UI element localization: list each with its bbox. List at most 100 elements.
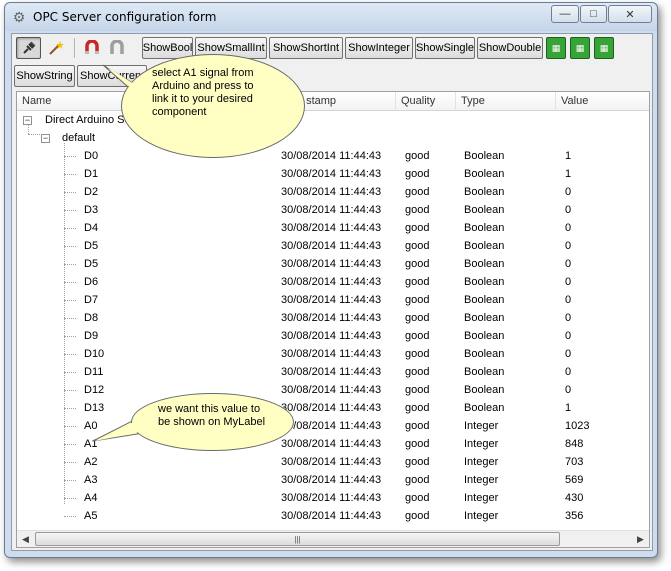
show-shortint-button[interactable]: ShowShortInt [269, 37, 343, 59]
item-value: 0 [565, 348, 572, 360]
item-timestamp: 30/08/2014 11:44:43 [281, 474, 382, 486]
item-type: Boolean [464, 294, 505, 306]
item-name: D2 [84, 186, 99, 198]
item-quality: good [405, 294, 430, 306]
item-type: Integer [464, 492, 499, 504]
title-bar[interactable]: ⚙ OPC Server configuration form — □ ✕ [5, 3, 657, 31]
show-single-button[interactable]: ShowSingle [415, 37, 475, 59]
item-timestamp: 30/08/2014 11:44:43 [281, 258, 382, 270]
gear-icon: ⚙ [12, 8, 26, 25]
item-type: Boolean [464, 384, 505, 396]
scroll-left-arrow[interactable]: ◀ [17, 531, 34, 547]
tree-connector [64, 336, 76, 337]
close-button[interactable]: ✕ [608, 5, 652, 23]
table-row[interactable]: D10 30/08/2014 11:44:43 good Boolean 0 [17, 345, 649, 363]
scrollbar-thumb[interactable]: ||| [35, 532, 560, 546]
opc-items-tree-grid[interactable]: Name Time stamp Quality Type Value − Dir… [16, 91, 650, 548]
table-row[interactable]: A1 30/08/2014 11:44:43 good Integer 848 [17, 435, 649, 453]
item-value: 703 [565, 456, 584, 468]
item-type: Integer [464, 510, 499, 522]
table-row[interactable]: D13 30/08/2014 11:44:43 good Boolean 1 [17, 399, 649, 417]
item-timestamp: 30/08/2014 11:44:43 [281, 312, 382, 324]
item-value: 0 [565, 366, 572, 378]
item-type: Boolean [464, 204, 505, 216]
tree-connector [64, 390, 76, 391]
table-row[interactable]: D2 30/08/2014 11:44:43 good Boolean 0 [17, 183, 649, 201]
callout-bottom-line: be shown on MyLabel [158, 416, 266, 428]
item-name: D6 [84, 276, 99, 288]
callout-select-a1: select A1 signal from Arduino and press … [121, 54, 305, 158]
item-name: A5 [84, 510, 98, 522]
show-string-button[interactable]: ShowString [14, 65, 75, 87]
tree-root-row[interactable]: Direct Arduino Server [17, 111, 649, 129]
table-row[interactable]: A4 30/08/2014 11:44:43 good Integer 430 [17, 489, 649, 507]
magnet-link-icon[interactable] [81, 37, 103, 59]
table-row[interactable]: D3 30/08/2014 11:44:43 good Boolean 0 [17, 201, 649, 219]
table-row[interactable]: D4 30/08/2014 11:44:43 good Boolean 0 [17, 219, 649, 237]
table-row[interactable]: D9 30/08/2014 11:44:43 good Boolean 0 [17, 327, 649, 345]
tree-connector [64, 228, 76, 229]
table-row[interactable]: D5 30/08/2014 11:44:43 good Boolean 0 [17, 237, 649, 255]
item-quality: good [405, 348, 430, 360]
table-row[interactable]: A3 30/08/2014 11:44:43 good Integer 569 [17, 471, 649, 489]
item-value: 356 [565, 510, 584, 522]
item-quality: good [405, 402, 430, 414]
table-row[interactable]: D6 30/08/2014 11:44:43 good Boolean 0 [17, 273, 649, 291]
table-row[interactable]: D12 30/08/2014 11:44:43 good Boolean 0 [17, 381, 649, 399]
magnet-unlink-icon[interactable] [106, 37, 128, 59]
table-row[interactable]: D0 30/08/2014 11:44:43 good Boolean 1 [17, 147, 649, 165]
table-row[interactable]: D5 30/08/2014 11:44:43 good Boolean 0 [17, 255, 649, 273]
item-value: 0 [565, 330, 572, 342]
show-double-button[interactable]: ShowDouble [477, 37, 543, 59]
item-name: D10 [84, 348, 105, 360]
tree-connector [64, 210, 76, 211]
table-row[interactable]: D1 30/08/2014 11:44:43 good Boolean 1 [17, 165, 649, 183]
column-header-value[interactable]: Value [556, 92, 649, 111]
item-quality: good [405, 240, 430, 252]
tree-connector [64, 156, 76, 157]
item-value: 0 [565, 186, 572, 198]
item-name: A0 [84, 420, 98, 432]
column-header-type[interactable]: Type [456, 92, 556, 111]
item-value: 0 [565, 240, 572, 252]
plug-icon[interactable] [16, 37, 41, 59]
table-row[interactable]: D8 30/08/2014 11:44:43 good Boolean 0 [17, 309, 649, 327]
chip-icon[interactable]: ▦ [546, 37, 566, 59]
table-row[interactable]: A2 30/08/2014 11:44:43 good Integer 703 [17, 453, 649, 471]
item-timestamp: 30/08/2014 11:44:43 [281, 168, 382, 180]
item-value: 0 [565, 204, 572, 216]
chip-icon[interactable]: ▦ [594, 37, 614, 59]
chip-icon[interactable]: ▦ [570, 37, 590, 59]
item-timestamp: 30/08/2014 11:44:43 [281, 420, 382, 432]
item-type: Integer [464, 456, 499, 468]
maximize-button[interactable]: □ [580, 5, 607, 23]
item-type: Boolean [464, 366, 505, 378]
item-type: Boolean [464, 168, 505, 180]
item-quality: good [405, 438, 430, 450]
item-name: D12 [84, 384, 105, 396]
scroll-right-arrow[interactable]: ▶ [632, 531, 649, 547]
magic-wand-icon[interactable] [43, 37, 68, 59]
horizontal-scrollbar[interactable]: ◀ ||| ▶ [17, 530, 649, 547]
toolbar-secondary: ShowString ShowCurrency [12, 62, 652, 90]
tree-group-row[interactable]: default [17, 129, 649, 147]
item-name: D5 [84, 258, 99, 270]
item-value: 430 [565, 492, 584, 504]
table-row[interactable]: D7 30/08/2014 11:44:43 good Boolean 0 [17, 291, 649, 309]
minimize-button[interactable]: — [551, 5, 579, 23]
table-row[interactable]: A0 30/08/2014 11:44:43 good Integer 1023 [17, 417, 649, 435]
item-name: A2 [84, 456, 98, 468]
item-type: Integer [464, 420, 499, 432]
item-timestamp: 30/08/2014 11:44:43 [281, 402, 382, 414]
tree-connector [64, 354, 76, 355]
item-type: Boolean [464, 402, 505, 414]
table-row[interactable]: D11 30/08/2014 11:44:43 good Boolean 0 [17, 363, 649, 381]
item-quality: good [405, 510, 430, 522]
table-row[interactable]: A5 30/08/2014 11:44:43 good Integer 356 [17, 507, 649, 525]
item-quality: good [405, 330, 430, 342]
column-header-quality[interactable]: Quality [396, 92, 456, 111]
show-integer-button[interactable]: ShowInteger [345, 37, 413, 59]
tree-connector [64, 264, 76, 265]
item-name: D13 [84, 402, 105, 414]
item-timestamp: 30/08/2014 11:44:43 [281, 294, 382, 306]
